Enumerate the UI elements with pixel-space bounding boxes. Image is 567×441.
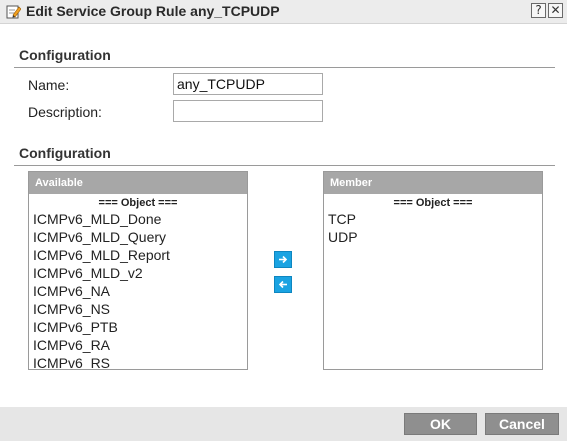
list-item[interactable]: TCP bbox=[324, 210, 542, 228]
section-title-members: Configuration bbox=[19, 145, 111, 161]
section-divider bbox=[14, 67, 555, 68]
remove-from-member-button[interactable] bbox=[274, 276, 292, 293]
list-item[interactable]: ICMPv6_MLD_Done bbox=[29, 210, 247, 228]
name-field[interactable] bbox=[173, 73, 323, 95]
description-field[interactable] bbox=[173, 100, 323, 122]
list-item[interactable]: ICMPv6_MLD_Report bbox=[29, 246, 247, 264]
member-group-title: === Object === bbox=[393, 197, 473, 209]
help-icon: ? bbox=[535, 3, 542, 17]
title-bar: Edit Service Group Rule any_TCPUDP ? ✕ bbox=[0, 0, 567, 24]
list-item[interactable]: ICMPv6_MLD_Query bbox=[29, 228, 247, 246]
window-title: Edit Service Group Rule any_TCPUDP bbox=[26, 3, 280, 19]
available-list[interactable]: Available === Object === ICMPv6_MLD_Done… bbox=[28, 171, 248, 370]
list-item[interactable]: ICMPv6_PTB bbox=[29, 318, 247, 336]
arrow-left-icon bbox=[278, 280, 287, 289]
help-button[interactable]: ? bbox=[531, 3, 546, 18]
cancel-button[interactable]: Cancel bbox=[485, 413, 559, 435]
section-divider bbox=[14, 165, 555, 166]
list-item[interactable]: UDP bbox=[324, 228, 542, 246]
arrow-right-icon bbox=[279, 255, 288, 264]
list-item[interactable]: ICMPv6_NS bbox=[29, 300, 247, 318]
dialog-footer: OK Cancel bbox=[0, 407, 567, 441]
list-item[interactable]: ICMPv6_RA bbox=[29, 336, 247, 354]
section-title-configuration: Configuration bbox=[19, 47, 111, 63]
list-item[interactable]: ICMPv6_RS bbox=[29, 354, 247, 369]
description-label: Description: bbox=[28, 104, 102, 120]
add-to-member-button[interactable] bbox=[274, 251, 292, 268]
available-list-header: Available bbox=[29, 172, 247, 194]
list-item[interactable]: ICMPv6_MLD_v2 bbox=[29, 264, 247, 282]
available-group-title: === Object === bbox=[98, 197, 178, 209]
member-list-header: Member bbox=[324, 172, 542, 194]
close-button[interactable]: ✕ bbox=[548, 3, 563, 18]
name-label: Name: bbox=[28, 77, 70, 93]
ok-button[interactable]: OK bbox=[404, 413, 477, 435]
close-icon: ✕ bbox=[550, 3, 561, 17]
member-list[interactable]: Member === Object === TCP UDP bbox=[323, 171, 543, 370]
edit-icon bbox=[6, 5, 21, 19]
list-item[interactable]: ICMPv6_NA bbox=[29, 282, 247, 300]
